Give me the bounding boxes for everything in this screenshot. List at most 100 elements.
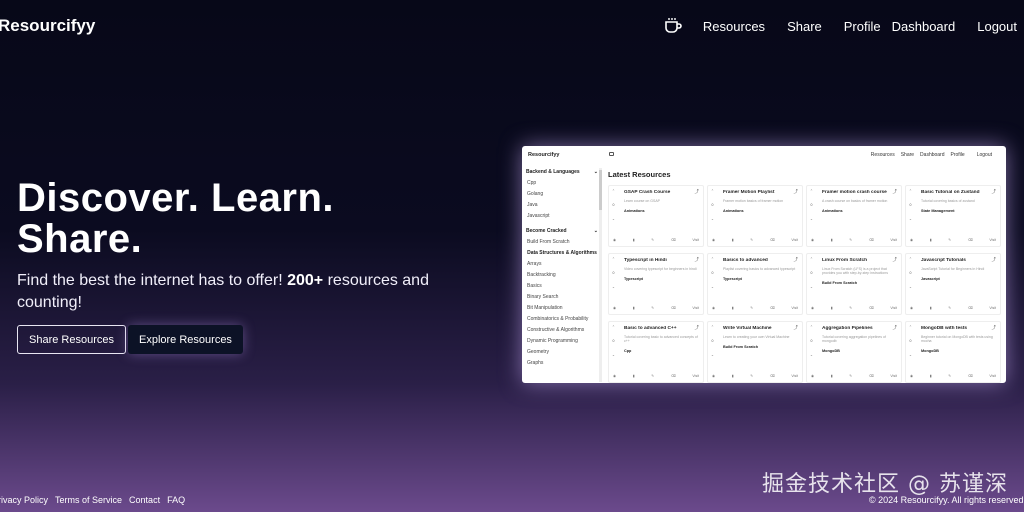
edit-icon: ✎ [750,238,754,242]
delete-icon: ⌫ [670,306,676,310]
preview-sidebar-item: Java [527,202,538,208]
view-icon: ◉ [613,238,617,242]
view-icon: ◉ [712,306,716,310]
card-footer: ◉ ▮ ✎ ⌫ Visit [712,238,798,242]
hero-title: Discover. Learn. Share. [17,176,335,261]
preview-nav-dashboard: Dashboard [920,152,945,158]
share-icon: ⤴ [793,257,799,262]
nav-link-resources[interactable]: Resources [703,19,765,34]
preview-sidebar-item: Cpp [527,180,537,186]
card-title: MongoDB with tests [921,326,968,331]
edit-icon: ✎ [651,374,655,378]
preview-main: Latest Resources ⌃ 0 ⌄ ⤴ GSAP Crash Course Le… [608,170,1001,383]
preview-card-grid: ⌃ 0 ⌄ ⤴ GSAP Crash Course Learn course on GSA… [608,185,1001,383]
bookmark-icon: ▮ [830,306,833,310]
hero-subtitle-prefix: Find the best the internet has to offer! [17,272,288,289]
card-footer: ◉ ▮ ✎ ⌫ Visit [910,374,996,378]
preview-scrollbar [599,168,602,382]
view-icon: ◉ [910,306,914,310]
hero-subtitle: Find the best the internet has to offer!… [17,270,467,314]
card-description: JavaScript Tutorial for Beginners in Hin… [921,267,985,271]
preview-resource-card: ⌃ 0 ⌄ ⤴ Linux From Scratch Linux From Scratch… [806,253,902,315]
card-tag: Typescript [624,277,643,281]
edit-icon: ✎ [651,306,655,310]
view-icon: ◉ [910,238,914,242]
edit-icon: ✎ [651,238,655,242]
card-footer: ◉ ▮ ✎ ⌫ Visit [910,306,996,310]
share-resources-button[interactable]: Share Resources [17,325,126,354]
card-title: Basic Tutorial on Zustand [921,190,980,195]
preview-resource-card: ⌃ 0 ⌄ ⤴ Basics to advanced Playlist covering … [707,253,803,315]
card-title: Typescript in Hindi [624,258,667,263]
card-description: Playlist covering basics to advanced typ… [723,267,796,271]
card-description: Tutorial covering basics of zustand [921,199,975,203]
vote-controls: ⌃ 0 ⌄ [711,325,714,357]
view-icon: ◉ [811,306,815,310]
delete-icon: ⌫ [868,238,874,242]
delete-icon: ⌫ [868,374,874,378]
vote-controls: ⌃ 0 ⌄ [810,257,813,289]
card-tag: Animations [624,209,645,213]
share-icon: ⤴ [892,257,898,262]
card-title: Linux From Scratch [822,258,868,263]
preview-sidebar-item: Arrays [527,261,542,267]
preview-sidebar-item: Bit Manipulation [527,305,563,311]
visit-link: Visit [692,374,699,378]
coffee-cup-icon[interactable] [664,18,682,34]
preview-sidebar-item: Backtracking [527,272,556,278]
edit-icon: ✎ [948,306,952,310]
card-tag: Javascript [921,277,940,281]
card-title: Framer motion crash course [822,190,887,195]
preview-resource-card: ⌃ 0 ⌄ ⤴ Typescript in Hindi Video covering ty… [608,253,704,315]
footer-links: Privacy Policy Terms of Service Contact … [0,495,185,505]
nav-link-dashboard[interactable]: Dashboard [892,19,956,34]
card-title: Aggregation Pipelines [822,326,873,331]
delete-icon: ⌫ [769,374,775,378]
card-description: Learn course on GSAP [624,199,660,203]
card-tag: Build From Scratch [822,281,858,285]
delete-icon: ⌫ [769,238,775,242]
card-description: Tutorial covering aggregation pipelines … [822,335,886,343]
footer-link-privacy[interactable]: Privacy Policy [0,495,48,505]
hero-subtitle-count: 200+ [287,272,324,289]
nav-link-profile[interactable]: Profile [844,19,881,34]
visit-link: Visit [692,238,699,242]
card-description: A crash course on basics of framer motio… [822,199,888,203]
visit-link: Visit [890,374,897,378]
share-icon: ⤴ [991,257,997,262]
card-description: Tutorial covering basic to advanced conc… [624,335,698,343]
share-icon: ⤴ [793,189,799,194]
preview-sidebar-item: Combinatorics & Probability [527,316,589,322]
brand-logo[interactable]: Resourcifyy [0,16,95,36]
card-description: Framer motion basics of framer motion [723,199,784,203]
bookmark-icon: ▮ [731,306,734,310]
card-title: Basics to advanced [723,258,768,263]
preview-sidebar-item: Basics [527,283,542,289]
footer-link-contact[interactable]: Contact [129,495,160,505]
footer-link-terms[interactable]: Terms of Service [55,495,122,505]
card-footer: ◉ ▮ ✎ ⌫ Visit [712,374,798,378]
delete-icon: ⌫ [967,238,973,242]
vote-controls: ⌃ 0 ⌄ [612,189,615,221]
footer-link-faq[interactable]: FAQ [167,495,185,505]
delete-icon: ⌫ [967,374,973,378]
preview-resource-card: ⌃ 0 ⌄ ⤴ Framer motion crash course A crash co… [806,185,902,247]
visit-link: Visit [989,306,996,310]
explore-resources-button[interactable]: Explore Resources [128,325,243,354]
visit-link: Visit [692,306,699,310]
visit-link: Visit [890,306,897,310]
nav-link-share[interactable]: Share [787,19,822,34]
card-tag: Animations [822,209,843,213]
delete-icon: ⌫ [967,306,973,310]
delete-icon: ⌫ [670,374,676,378]
nav-link-logout[interactable]: Logout [977,19,1017,34]
card-footer: ◉ ▮ ✎ ⌫ Visit [811,238,897,242]
bookmark-icon: ▮ [632,374,635,378]
card-footer: ◉ ▮ ✎ ⌫ Visit [712,306,798,310]
vote-controls: ⌃ 0 ⌄ [909,189,912,221]
preview-sidebar-item: Build From Scratch [527,239,570,245]
card-tag: Typescript [723,277,742,281]
card-tag: Build From Scratch [723,345,759,349]
preview-nav-logout: Logout [976,152,992,158]
preview-sidebar-item: Javascript [527,213,550,219]
